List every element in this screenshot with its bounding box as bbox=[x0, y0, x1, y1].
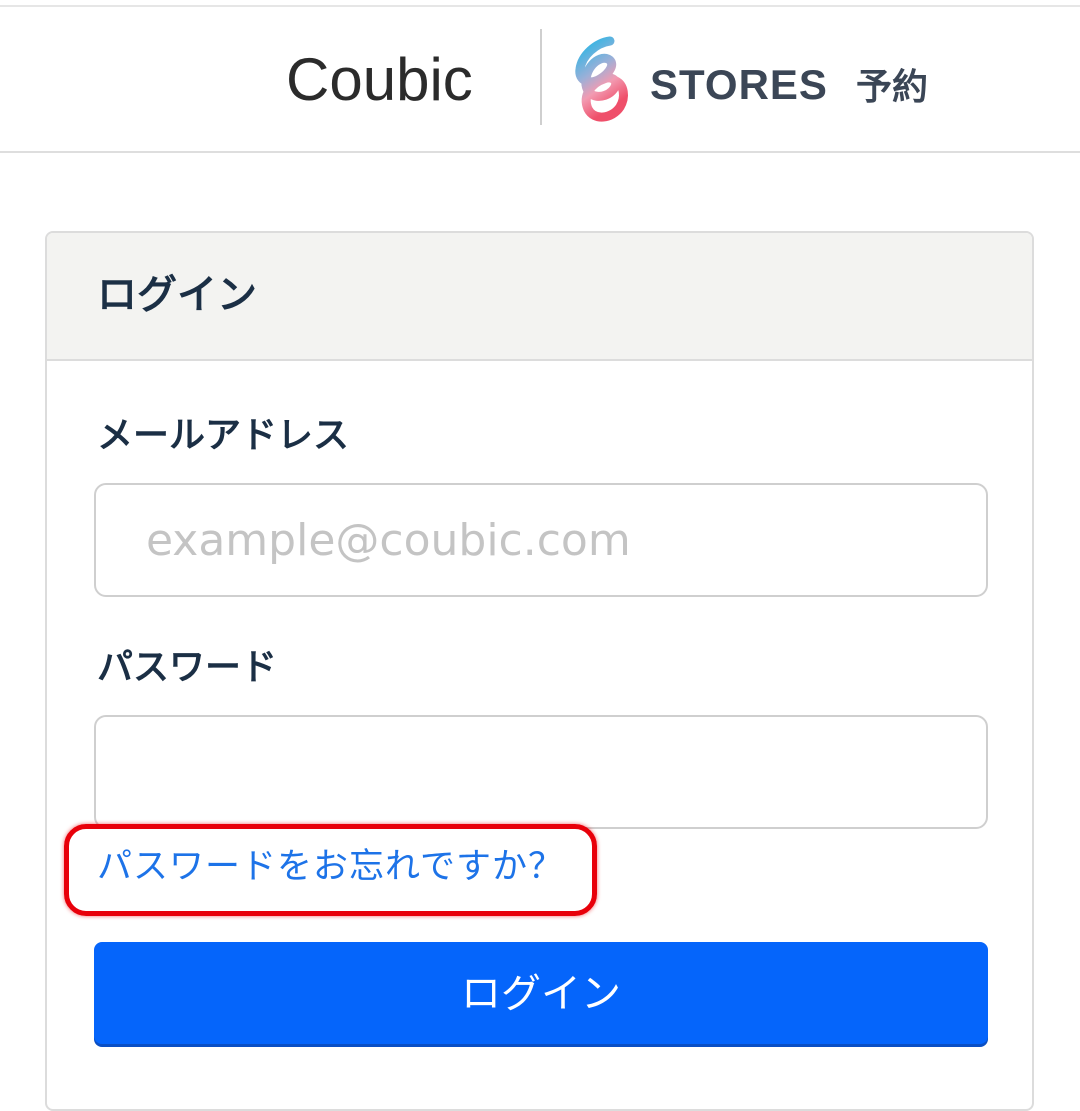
forgot-password-link[interactable]: パスワードをお忘れですか？ bbox=[97, 843, 564, 891]
brand-divider bbox=[540, 29, 542, 125]
stores-logo-suffix: 予約 bbox=[856, 67, 929, 108]
email-field[interactable] bbox=[94, 483, 988, 597]
coubic-logo-text[interactable]: Coubic bbox=[286, 45, 473, 115]
login-button[interactable]: ログイン bbox=[94, 942, 988, 1044]
password-label: パスワード bbox=[97, 647, 278, 688]
site-header: Coubic STORES 予約 bbox=[0, 7, 1080, 153]
password-field[interactable] bbox=[94, 715, 988, 829]
stores-logo-text[interactable]: STORES bbox=[650, 59, 828, 111]
login-card: ログイン メールアドレス パスワード パスワードをお忘れですか？ ログイン bbox=[45, 231, 1034, 1111]
stores-swirl-logo-icon bbox=[575, 36, 628, 122]
page-title: ログイン bbox=[97, 272, 257, 318]
email-label: メールアドレス bbox=[97, 415, 350, 456]
login-card-header: ログイン bbox=[47, 233, 1032, 361]
